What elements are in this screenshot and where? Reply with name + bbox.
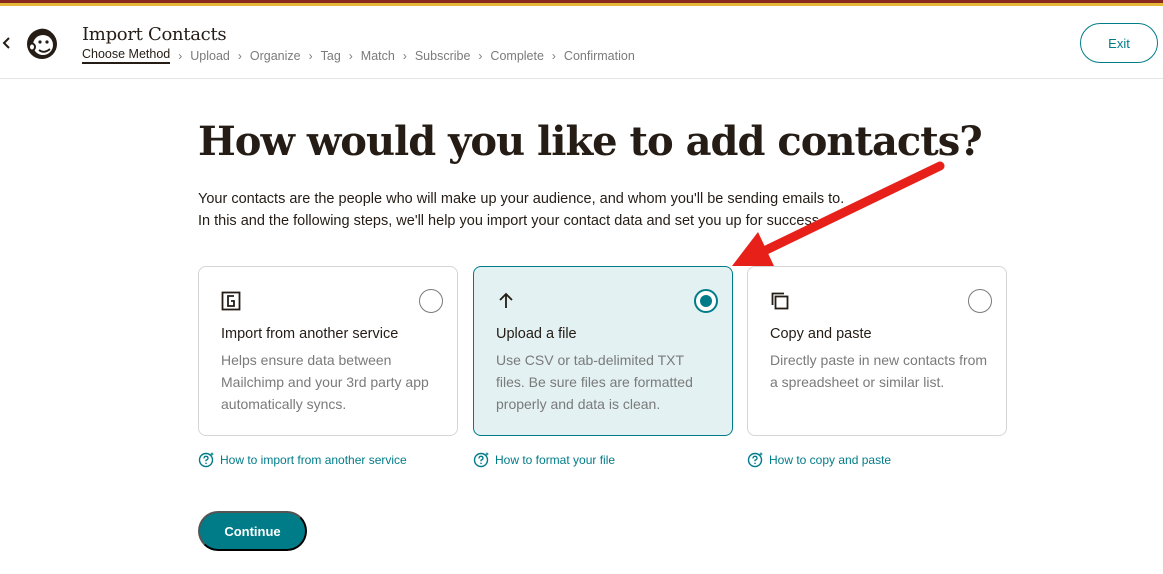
option-title: Upload a file <box>496 326 577 342</box>
option-radio[interactable] <box>419 289 443 313</box>
help-sparkle-icon <box>198 452 214 468</box>
help-link-import-service[interactable]: How to import from another service <box>198 451 407 468</box>
page-title: Import Contacts <box>82 24 227 45</box>
help-link-label[interactable]: How to copy and paste <box>769 453 891 467</box>
help-link-label[interactable]: How to import from another service <box>220 453 407 467</box>
breadcrumb-separator-icon: › <box>237 48 242 63</box>
breadcrumb: Choose Method › Upload › Organize › Tag … <box>82 47 635 64</box>
option-card-upload-file[interactable]: Upload a file Use CSV or tab-delimited T… <box>473 266 733 436</box>
option-radio[interactable] <box>968 289 992 313</box>
help-link-copy-paste[interactable]: How to copy and paste <box>747 451 891 468</box>
help-sparkle-icon <box>473 452 489 468</box>
breadcrumb-confirmation: Confirmation <box>563 48 635 63</box>
option-title: Import from another service <box>221 326 399 342</box>
copy-icon <box>771 292 789 310</box>
breadcrumb-separator-icon: › <box>178 48 183 63</box>
exit-button[interactable]: Exit <box>1080 23 1158 63</box>
page-header: Import Contacts Choose Method › Upload ›… <box>0 6 1163 79</box>
page-heading: How would you like to add contacts? <box>198 118 983 165</box>
option-title: Copy and paste <box>770 326 872 342</box>
breadcrumb-complete: Complete <box>490 48 544 63</box>
breadcrumb-separator-icon: › <box>308 48 313 63</box>
option-description: Use CSV or tab-delimited TXT files. Be s… <box>496 352 693 412</box>
option-card-import-service[interactable]: Import from another service Helps ensure… <box>198 266 458 436</box>
breadcrumb-separator-icon: › <box>551 48 556 63</box>
option-radio[interactable] <box>694 289 718 313</box>
option-description: Helps ensure data between Mailchimp and … <box>221 352 429 412</box>
breadcrumb-separator-icon: › <box>478 48 483 63</box>
breadcrumb-tag: Tag <box>320 48 341 63</box>
option-card-copy-paste[interactable]: Copy and paste Directly paste in new con… <box>747 266 1007 436</box>
continue-button[interactable]: Continue <box>198 511 307 551</box>
breadcrumb-match: Match <box>360 48 395 63</box>
intro-line-2: In this and the following steps, we'll h… <box>198 213 824 229</box>
upload-arrow-icon <box>499 292 513 308</box>
breadcrumb-separator-icon: › <box>348 48 353 63</box>
breadcrumb-organize: Organize <box>249 48 301 63</box>
intro-text: Your contacts are the people who will ma… <box>198 188 918 232</box>
breadcrumb-upload: Upload <box>190 48 230 63</box>
mailchimp-logo-icon <box>27 28 57 59</box>
breadcrumb-subscribe: Subscribe <box>414 48 471 63</box>
option-description: Directly paste in new contacts from a sp… <box>770 352 988 390</box>
back-chevron-icon[interactable] <box>0 32 14 54</box>
help-link-format-file[interactable]: How to format your file <box>473 451 615 468</box>
intro-line-1: Your contacts are the people who will ma… <box>198 191 845 207</box>
help-sparkle-icon <box>747 452 763 468</box>
help-link-label[interactable]: How to format your file <box>495 453 615 467</box>
breadcrumb-choose-method: Choose Method <box>82 47 171 64</box>
breadcrumb-separator-icon: › <box>402 48 407 63</box>
integration-icon <box>221 291 241 311</box>
